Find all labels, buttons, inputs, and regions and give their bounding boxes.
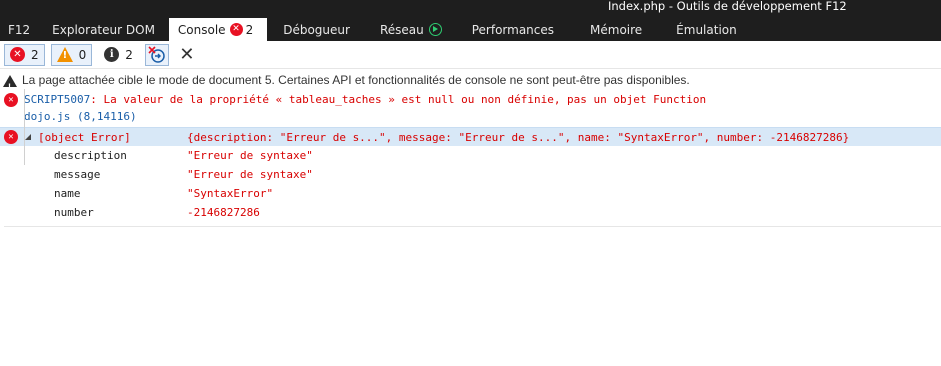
property-row: number -2146827286 <box>0 203 941 222</box>
console-output: La page attachée cible le mode de docume… <box>0 70 941 222</box>
console-warning-row: La page attachée cible le mode de docume… <box>0 70 941 98</box>
expand-caret-icon[interactable] <box>25 134 31 140</box>
tab-performance[interactable]: Performances <box>458 18 572 41</box>
warning-icon <box>56 47 73 62</box>
info-icon: i <box>104 47 120 62</box>
error-source-row: dojo.js (8,14116) <box>0 109 941 127</box>
error-code-link[interactable]: SCRIPT5007 <box>24 93 90 106</box>
tab-console-error-count: 2 <box>245 22 254 37</box>
warnings-filter-button[interactable]: 0 <box>50 43 93 66</box>
property-value: "SyntaxError" <box>187 187 274 200</box>
property-value: -2146827286 <box>187 206 260 219</box>
property-key: message <box>54 168 101 181</box>
property-row: name "SyntaxError" <box>0 184 941 203</box>
property-row: message "Erreur de syntaxe" <box>0 165 941 184</box>
warning-icon <box>3 75 17 98</box>
object-error-summary: {description: "Erreur de s...", message:… <box>187 131 850 144</box>
clear-on-navigate-icon <box>148 45 165 63</box>
errors-filter-button[interactable]: ✕ 2 <box>4 43 45 66</box>
title-bar: Index.php - Outils de développement F12 … <box>0 0 941 41</box>
tree-guide-line <box>24 89 25 165</box>
tab-dom-explorer[interactable]: Explorateur DOM <box>38 18 169 41</box>
property-key: number <box>54 206 94 219</box>
error-icon: ✕ <box>4 93 18 107</box>
record-icon <box>428 23 442 36</box>
warnings-count: 0 <box>78 47 87 62</box>
console-toolbar: ✕ 2 0 i 2 ✕ <box>0 41 941 69</box>
object-error-label: [object Error] <box>38 131 131 144</box>
tab-console[interactable]: Console ✕ 2 <box>168 18 268 41</box>
property-value: "Erreur de syntaxe" <box>187 149 313 162</box>
tab-emulation[interactable]: Émulation <box>660 18 751 41</box>
error-icon: ✕ <box>229 23 243 36</box>
tab-network[interactable]: Réseau <box>366 18 458 41</box>
console-error-row: ✕ SCRIPT5007: La valeur de la propriété … <box>0 91 941 109</box>
error-icon: ✕ <box>10 47 25 62</box>
tab-debugger[interactable]: Débogueur <box>267 18 366 41</box>
messages-count: 2 <box>125 47 133 62</box>
tab-f12[interactable]: F12 <box>0 18 38 41</box>
object-error-row[interactable]: ✕ [object Error] {description: "Erreur d… <box>0 127 941 146</box>
error-source-link[interactable]: dojo.js (8,14116) <box>24 110 137 123</box>
console-warning-text: La page attachée cible le mode de docume… <box>22 73 690 87</box>
output-divider <box>4 226 941 227</box>
window-title: Index.php - Outils de développement F12 <box>608 0 847 13</box>
property-row: description "Erreur de syntaxe" <box>0 146 941 165</box>
property-key: description <box>54 149 127 162</box>
error-message: : La valeur de la propriété « tableau_ta… <box>90 93 707 106</box>
property-key: name <box>54 187 81 200</box>
messages-filter-button[interactable]: i 2 <box>98 44 139 66</box>
tab-memory[interactable]: Mémoire <box>572 18 660 41</box>
tool-tabs: F12 Explorateur DOM Console ✕ 2 Débogueu… <box>0 18 751 41</box>
error-icon: ✕ <box>4 130 18 144</box>
errors-count: 2 <box>31 47 39 62</box>
property-value: "Erreur de syntaxe" <box>187 168 313 181</box>
clear-console-icon: ✕ <box>179 43 195 65</box>
clear-on-navigate-button[interactable] <box>144 43 169 66</box>
clear-console-button[interactable]: ✕ <box>175 44 199 66</box>
